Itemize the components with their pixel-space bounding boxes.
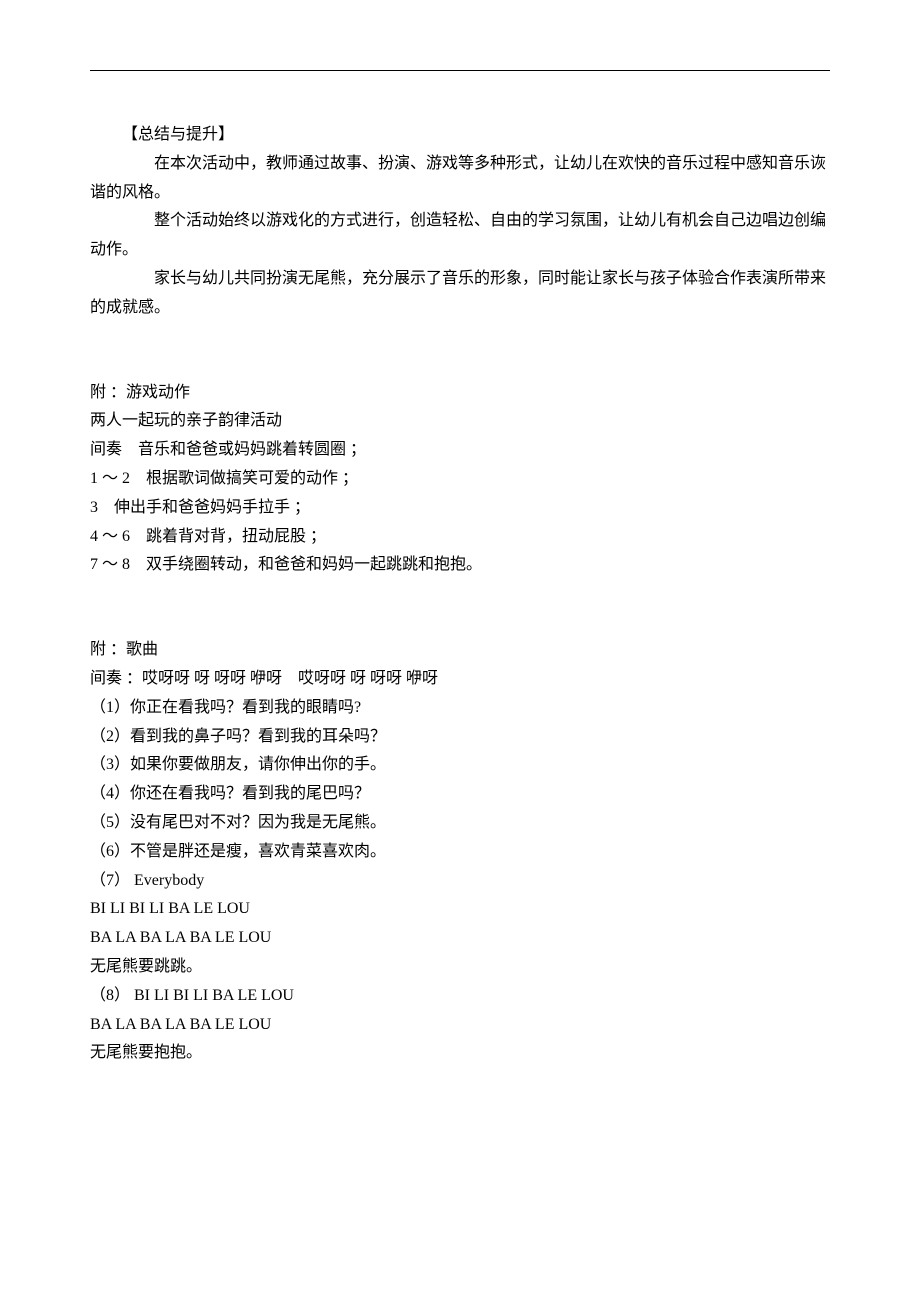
song-line: （7） Everybody xyxy=(90,867,830,896)
song-line: 无尾熊要抱抱。 xyxy=(90,1039,830,1068)
song-line: BI LI BI LI BA LE LOU xyxy=(90,895,830,924)
song-line: （8） BI LI BI LI BA LE LOU xyxy=(90,982,830,1011)
actions-line: 3 伸出手和爸爸妈妈手拉手 ； xyxy=(90,494,830,523)
actions-line: 1 ～ 2 根据歌词做搞笑可爱的动作 ； xyxy=(90,465,830,494)
summary-para-3: 家长与幼儿共同扮演无尾熊，充分展示了音乐的形象，同时能让家长与孩子体验合作表演所… xyxy=(90,265,830,323)
song-line: 无尾熊要跳跳。 xyxy=(90,953,830,982)
spacer xyxy=(90,608,830,636)
song-line: （4）你还在看我吗？看到我的尾巴吗？ xyxy=(90,780,830,809)
actions-subtitle: 两人一起玩的亲子韵律活动 xyxy=(90,407,830,436)
song-line: （6）不管是胖还是瘦，喜欢青菜喜欢肉。 xyxy=(90,838,830,867)
song-line: 间奏 ：哎呀呀 呀 呀呀 咿呀 哎呀呀 呀 呀呀 咿呀 xyxy=(90,665,830,694)
actions-title: 附 ：游戏动作 xyxy=(90,379,830,408)
summary-para-1-first: 在本次活动中，教师通过故事、扮演、游戏等多种形式，让幼儿在欢快的音乐过程中感知音… xyxy=(90,150,830,208)
actions-line: 间奏 音乐和爸爸或妈妈跳着转圆圈 ； xyxy=(90,436,830,465)
song-line: BA LA BA LA BA LE LOU xyxy=(90,1011,830,1040)
page-top-divider xyxy=(90,70,830,71)
song-title: 附 ：歌曲 xyxy=(90,636,830,665)
summary-para-2: 整个活动始终以游戏化的方式进行，创造轻松、自由的学习氛围，让幼儿有机会自己边唱边… xyxy=(90,207,830,265)
spacer xyxy=(90,323,830,351)
song-line: （3）如果你要做朋友，请你伸出你的手。 xyxy=(90,751,830,780)
song-line: （5）没有尾巴对不对？因为我是无尾熊。 xyxy=(90,809,830,838)
actions-line: 7 ～ 8 双手绕圈转动，和爸爸和妈妈一起跳跳和抱抱。 xyxy=(90,551,830,580)
song-line: （1）你正在看我吗？看到我的眼睛吗? xyxy=(90,694,830,723)
spacer xyxy=(90,580,830,608)
summary-heading: 【总结与提升】 xyxy=(90,121,830,150)
document-body: 【总结与提升】 在本次活动中，教师通过故事、扮演、游戏等多种形式，让幼儿在欢快的… xyxy=(90,121,830,1068)
song-line: （2）看到我的鼻子吗？看到我的耳朵吗？ xyxy=(90,723,830,752)
actions-line: 4 ～ 6 跳着背对背，扭动屁股 ； xyxy=(90,523,830,552)
song-line: BA LA BA LA BA LE LOU xyxy=(90,924,830,953)
spacer xyxy=(90,351,830,379)
